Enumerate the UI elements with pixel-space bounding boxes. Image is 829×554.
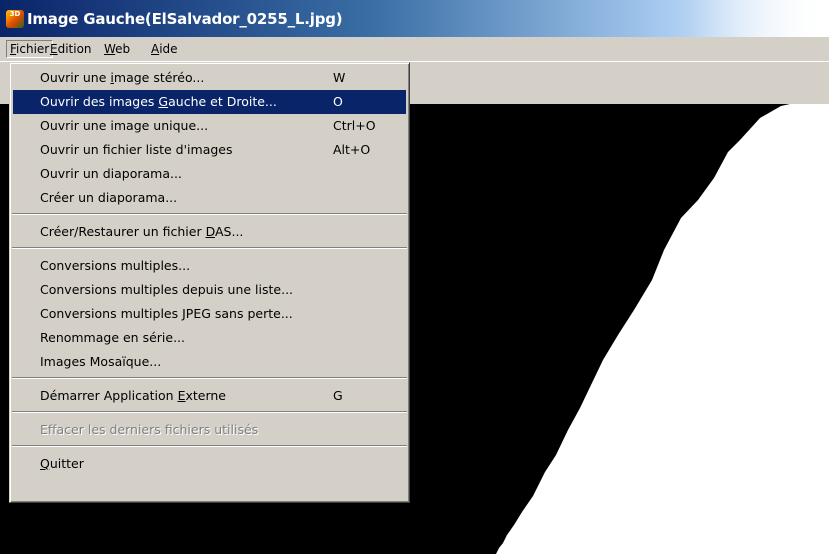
menu-item[interactable]: Ouvrir une image stéréo... W [13,66,406,90]
menu-item-shortcut: Ctrl+O [333,118,376,133]
menu-item-label: Créer/Restaurer un fichier DAS... [40,224,244,239]
menu-item-label: Créer un diaporama... [40,190,178,205]
menu-item-label: Renommage en série... [40,330,186,345]
menu-item[interactable]: Créer/Restaurer un fichier DAS... [13,220,406,244]
menu-bar: Fichier Edition Web Aide [0,37,829,61]
menu-item: Effacer les derniers fichiers utilisés [13,418,406,442]
menu-item[interactable]: Conversions multiples... [13,254,406,278]
menu-web[interactable]: Web [101,40,133,58]
menu-item-label: Démarrer Application Externe [40,388,226,403]
menu-item-shortcut: W [333,70,346,85]
menu-separator [12,247,407,249]
menu-item-label: Quitter [40,456,84,471]
menu-item-label: Conversions multiples JPEG sans perte... [40,306,293,321]
menu-item-shortcut: O [333,94,343,109]
menu-item[interactable]: Renommage en série... [13,326,406,350]
menu-item[interactable]: Ouvrir un fichier liste d'images Alt+O [13,138,406,162]
title-bar[interactable]: 3D Image Gauche(ElSalvador_0255_L.jpg) [0,0,829,37]
menu-item-label: Ouvrir des images Gauche et Droite... [40,94,277,109]
menu-separator [12,213,407,215]
file-menu-dropdown: Ouvrir une image stéréo... W Ouvrir des im… [9,62,410,503]
menu-item-label: Ouvrir un diaporama... [40,166,182,181]
menu-separator [12,377,407,379]
window-title: Image Gauche(ElSalvador_0255_L.jpg) [27,10,343,28]
menu-item-label: Images Mosaïque... [40,354,162,369]
menu-item[interactable]: Images Mosaïque... [13,350,406,374]
menu-item-label: Ouvrir un fichier liste d'images [40,142,233,157]
menu-separator [12,445,407,447]
menu-item-label: Conversions multiples depuis une liste..… [40,282,294,297]
menu-item[interactable]: Créer un diaporama... [13,186,406,210]
menu-item-shortcut: Alt+O [333,142,371,157]
menu-item[interactable]: Ouvrir des images Gauche et Droite... O [13,90,406,114]
menu-item-label: Ouvrir une image stéréo... [40,70,205,85]
menu-item-label: Conversions multiples... [40,258,191,273]
menu-item-label: Ouvrir une image unique... [40,118,209,133]
menu-separator [12,411,407,413]
application-window: 3D Image Gauche(ElSalvador_0255_L.jpg) F… [0,0,829,554]
menu-item[interactable]: Conversions multiples JPEG sans perte... [13,302,406,326]
menu-item[interactable]: Démarrer Application Externe G [13,384,406,408]
app-icon: 3D [6,10,24,28]
menu-item[interactable]: Quitter [13,452,406,476]
menu-item-shortcut: G [333,388,343,403]
menu-aide[interactable]: Aide [148,40,181,58]
menu-item-label: Effacer les derniers fichiers utilisés [40,422,259,437]
menu-edition[interactable]: Edition [47,40,95,58]
menu-item[interactable]: Conversions multiples depuis une liste..… [13,278,406,302]
menu-item[interactable]: Ouvrir un diaporama... [13,162,406,186]
menu-item[interactable]: Ouvrir une image unique... Ctrl+O [13,114,406,138]
